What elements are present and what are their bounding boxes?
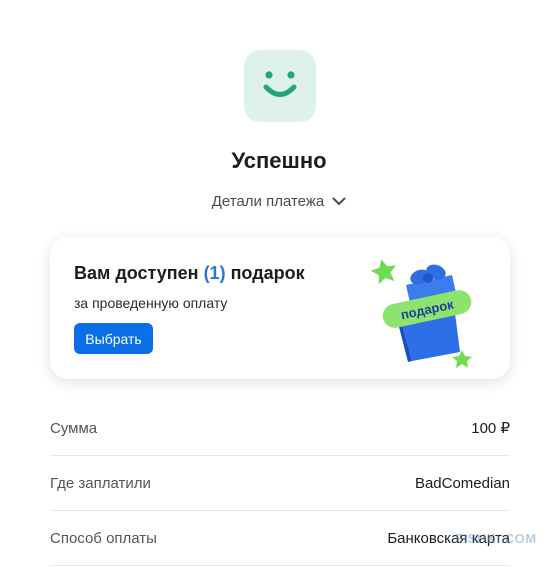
row-value: 100 ₽ xyxy=(471,420,510,437)
row-value: BadComedian xyxy=(414,474,510,492)
row-label: Где заплатили xyxy=(50,474,151,492)
gift-count: (1) xyxy=(203,263,226,283)
status-title: Успешно xyxy=(231,148,327,173)
gift-card: Вам доступен (1) подарок за проведенную … xyxy=(50,237,510,379)
watermark: FISHKI.COM xyxy=(455,531,537,546)
row-label: Способ оплаты xyxy=(50,529,157,547)
row-amount: Сумма 100 ₽ xyxy=(50,401,510,456)
chevron-down-icon xyxy=(332,193,346,210)
row-label: Сумма xyxy=(50,419,98,437)
gift-card-title: Вам доступен (1) подарок xyxy=(74,263,305,284)
payment-details-toggle[interactable]: Детали платежа xyxy=(0,193,558,210)
gift-card-subtitle: за проведенную оплату xyxy=(74,295,228,311)
gift-title-prefix: Вам доступен xyxy=(74,263,204,283)
success-smile-icon xyxy=(244,50,316,122)
payment-info-list: Сумма 100 ₽ Где заплатили BadComedian Сп… xyxy=(50,401,510,566)
row-merchant: Где заплатили BadComedian xyxy=(50,456,510,511)
row-payment-method: Способ оплаты Банковская карта xyxy=(50,511,510,566)
gift-title-suffix: подарок xyxy=(225,263,305,283)
choose-gift-button[interactable]: Выбрать xyxy=(74,323,153,354)
payment-details-label: Детали платежа xyxy=(211,193,325,210)
